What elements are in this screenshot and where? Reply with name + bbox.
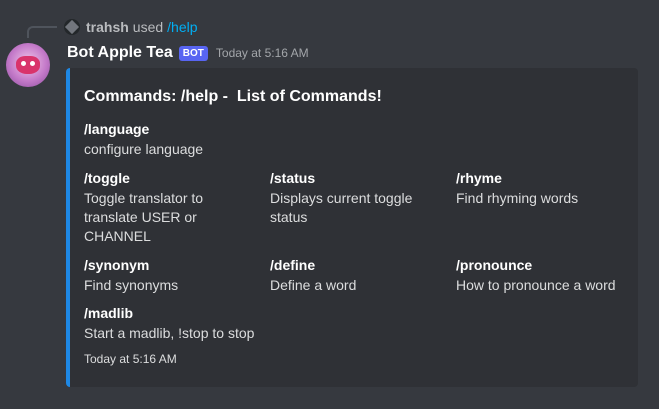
message-header: Bot Apple Tea BOT Today at 5:16 AM xyxy=(67,43,309,63)
field-value: How to pronounce a word xyxy=(456,277,616,293)
bot-avatar-icon[interactable] xyxy=(6,43,50,87)
field-value: Define a word xyxy=(270,277,357,293)
message-timestamp[interactable]: Today at 5:16 AM xyxy=(216,46,309,60)
embed-title: Commands: /help - List of Commands! xyxy=(84,88,382,105)
field-language: /language configure language xyxy=(84,120,484,159)
field-rhyme: /rhyme Find rhyming words xyxy=(456,169,636,208)
field-value: Find synonyms xyxy=(84,277,179,293)
bot-badge: BOT xyxy=(178,45,208,61)
field-value: Start a madlib, !stop to stop xyxy=(84,325,255,341)
reply-used-text: used xyxy=(132,19,164,35)
field-value: configure language xyxy=(84,141,204,157)
user-avatar-icon[interactable] xyxy=(64,19,80,35)
field-name: /language xyxy=(84,121,150,137)
avatar-art xyxy=(16,56,40,74)
field-toggle: /toggle Toggle translator to translate U… xyxy=(84,169,254,246)
reply-connector xyxy=(27,26,57,38)
avatar-eye-left xyxy=(21,61,26,66)
field-define: /define Define a word xyxy=(270,256,440,295)
reply-command[interactable]: /help xyxy=(167,19,197,35)
field-name: /toggle xyxy=(84,170,130,186)
embed-footer-timestamp: Today at 5:16 AM xyxy=(84,352,177,366)
field-value: Find rhyming words xyxy=(456,190,579,206)
field-synonym: /synonym Find synonyms xyxy=(84,256,254,295)
author-name[interactable]: Bot Apple Tea xyxy=(67,44,173,62)
chat-message: trahsh used /help Bot Apple Tea BOT Toda… xyxy=(0,0,659,409)
field-madlib: /madlib Start a madlib, !stop to stop xyxy=(84,304,484,343)
field-name: /rhyme xyxy=(456,170,502,186)
field-name: /define xyxy=(270,257,316,273)
help-embed: Commands: /help - List of Commands! /lan… xyxy=(66,68,638,387)
avatar-eye-right xyxy=(30,61,35,66)
field-name: /status xyxy=(270,170,316,186)
field-value: Toggle translator to translate USER or C… xyxy=(84,190,204,244)
field-value: Displays current toggle status xyxy=(270,190,413,225)
field-name: /madlib xyxy=(84,305,134,321)
reply-reference[interactable]: trahsh used /help xyxy=(64,17,198,37)
field-pronounce: /pronounce How to pronounce a word xyxy=(456,256,636,295)
field-name: /pronounce xyxy=(456,257,533,273)
field-name: /synonym xyxy=(84,257,150,273)
reply-username[interactable]: trahsh xyxy=(86,19,129,35)
field-status: /status Displays current toggle status xyxy=(270,169,440,227)
